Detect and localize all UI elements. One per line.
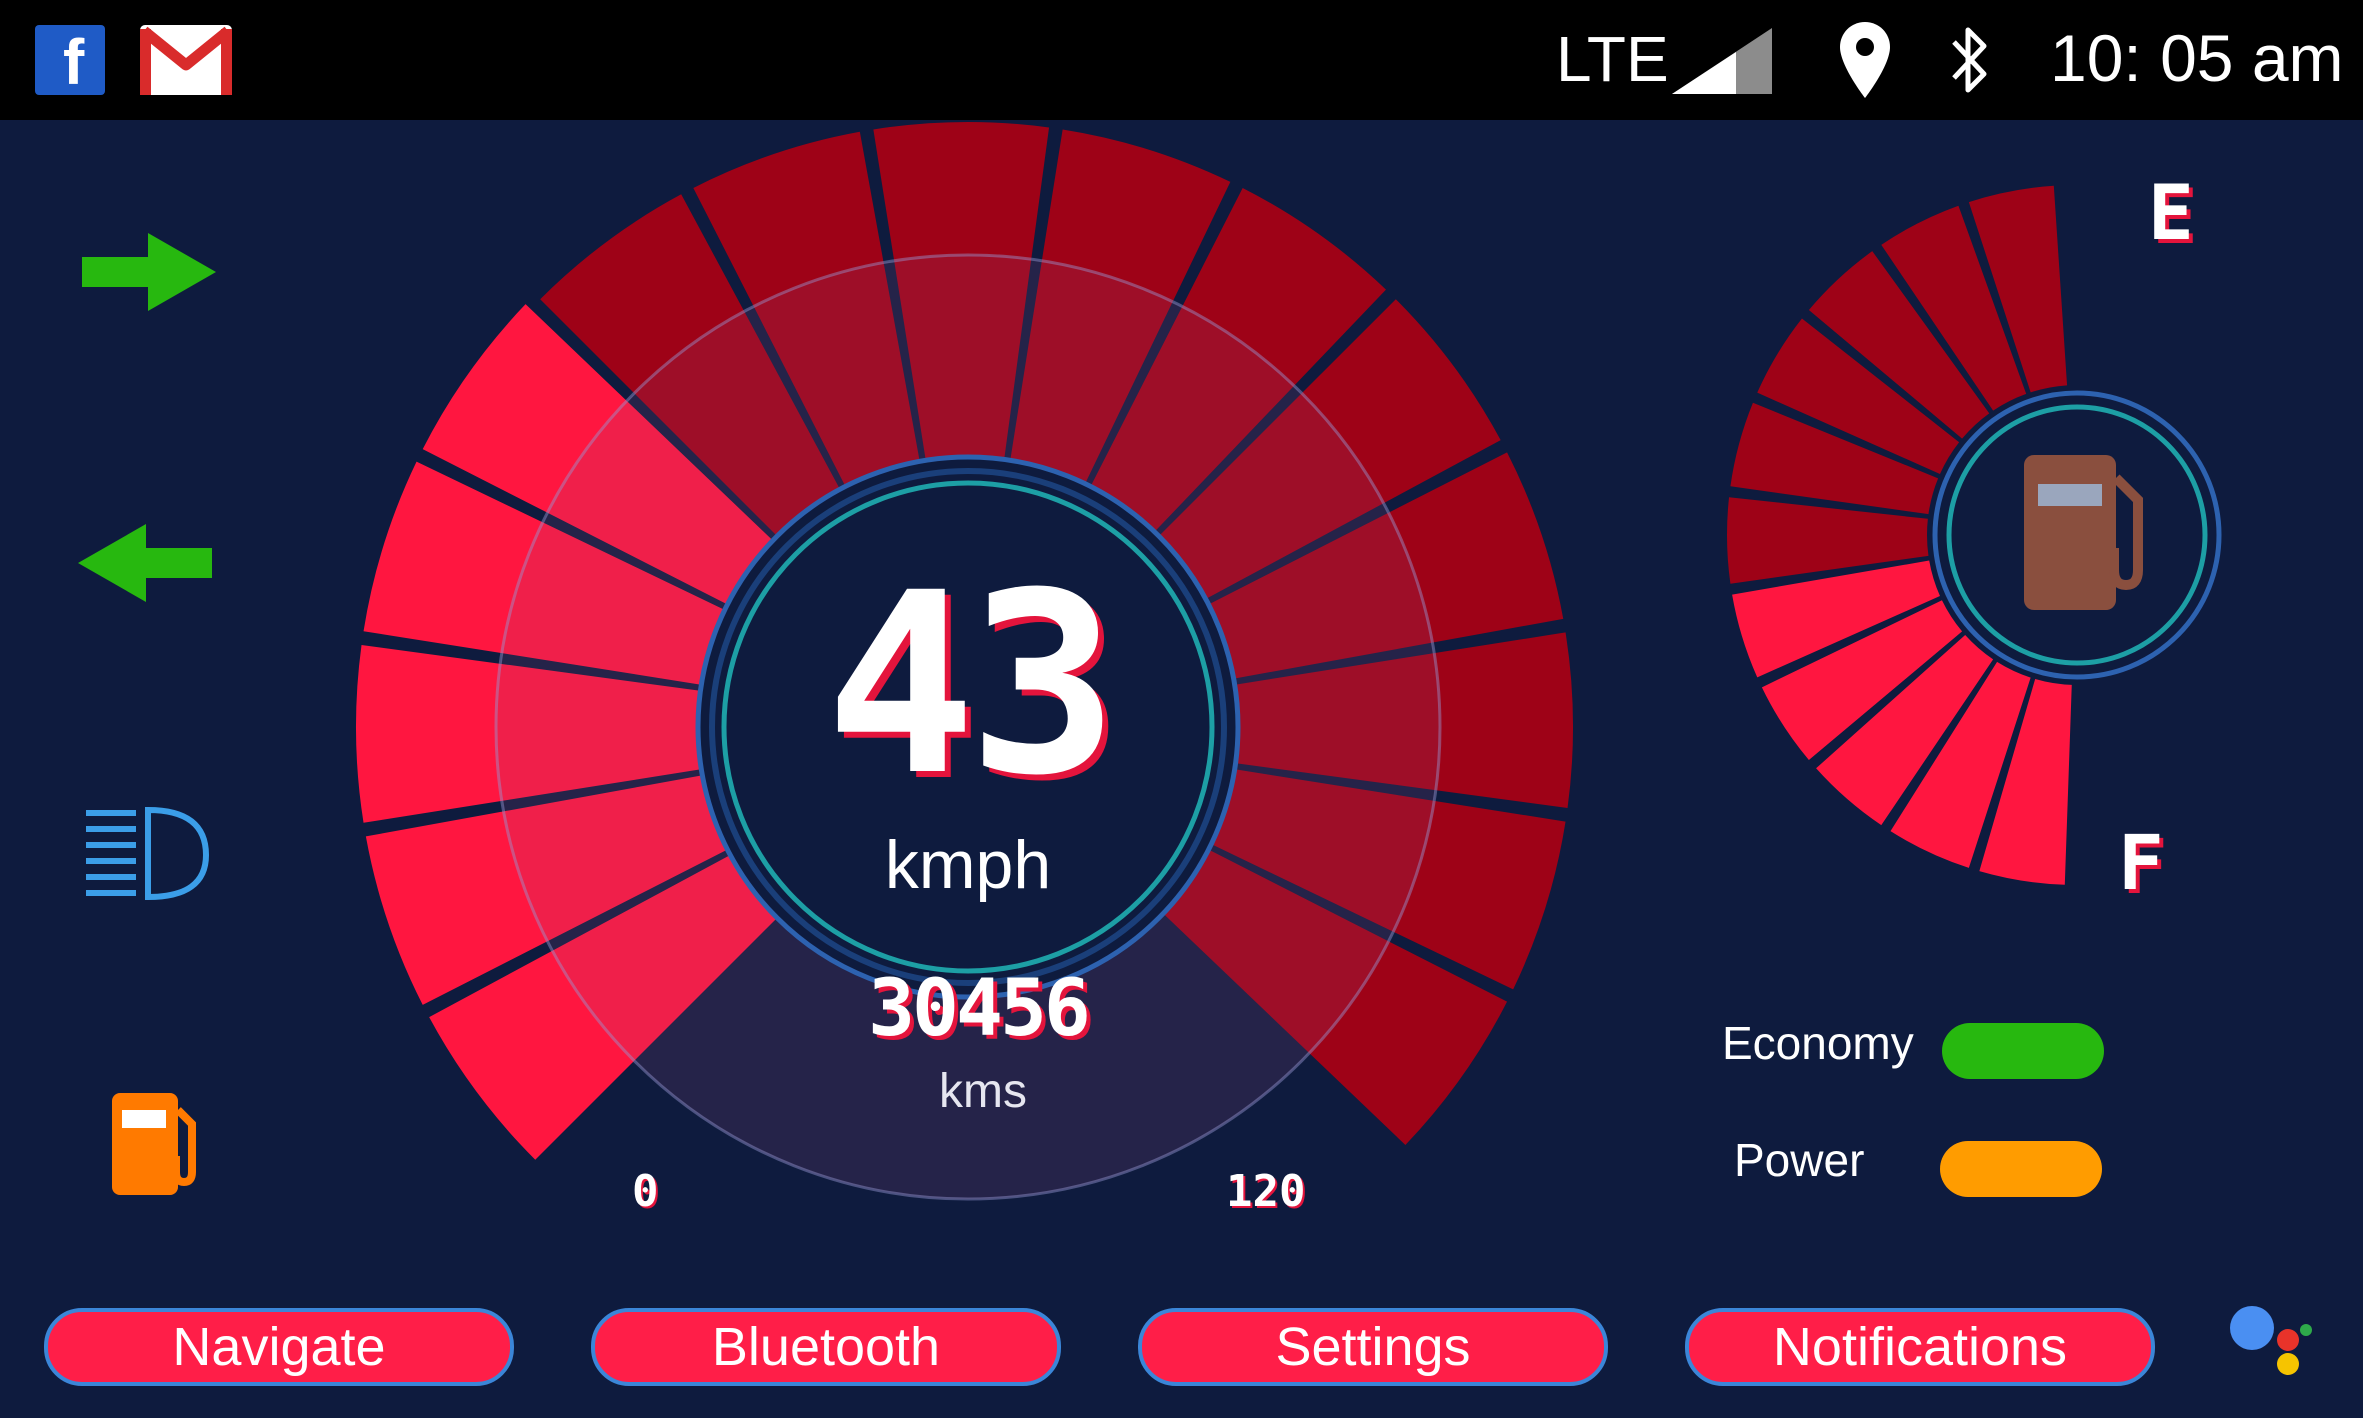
google-assistant-icon[interactable] (2230, 1306, 2312, 1375)
bluetooth-button[interactable]: Bluetooth (591, 1308, 1061, 1386)
legend-economy-swatch (1942, 1023, 2104, 1079)
legend-power-swatch (1940, 1141, 2102, 1197)
odometer-unit: kms (939, 1065, 1027, 1118)
speed-unit: kmph (884, 827, 1052, 903)
speed-value: 43 (825, 539, 1118, 830)
dashboard-canvas (78, 122, 2312, 1375)
scale-max-label: 120 (1226, 1166, 1306, 1217)
right-turn-arrow-icon (82, 233, 216, 311)
navigate-button[interactable]: Navigate (44, 1308, 514, 1386)
notifications-button[interactable]: Notifications (1685, 1308, 2155, 1386)
fuel-empty-label: E (2148, 168, 2194, 257)
high-beam-headlight-icon (86, 806, 210, 901)
fuel-full-label: F (2118, 818, 2164, 907)
legend-economy-label: Economy (1722, 1017, 1914, 1069)
left-turn-arrow-icon (78, 524, 212, 602)
settings-button[interactable]: Settings (1138, 1308, 1608, 1386)
odometer-value: 30456 (868, 964, 1091, 1054)
low-fuel-icon (112, 1093, 196, 1195)
scale-min-label: 0 (632, 1166, 659, 1217)
legend-power-label: Power (1734, 1134, 1865, 1186)
